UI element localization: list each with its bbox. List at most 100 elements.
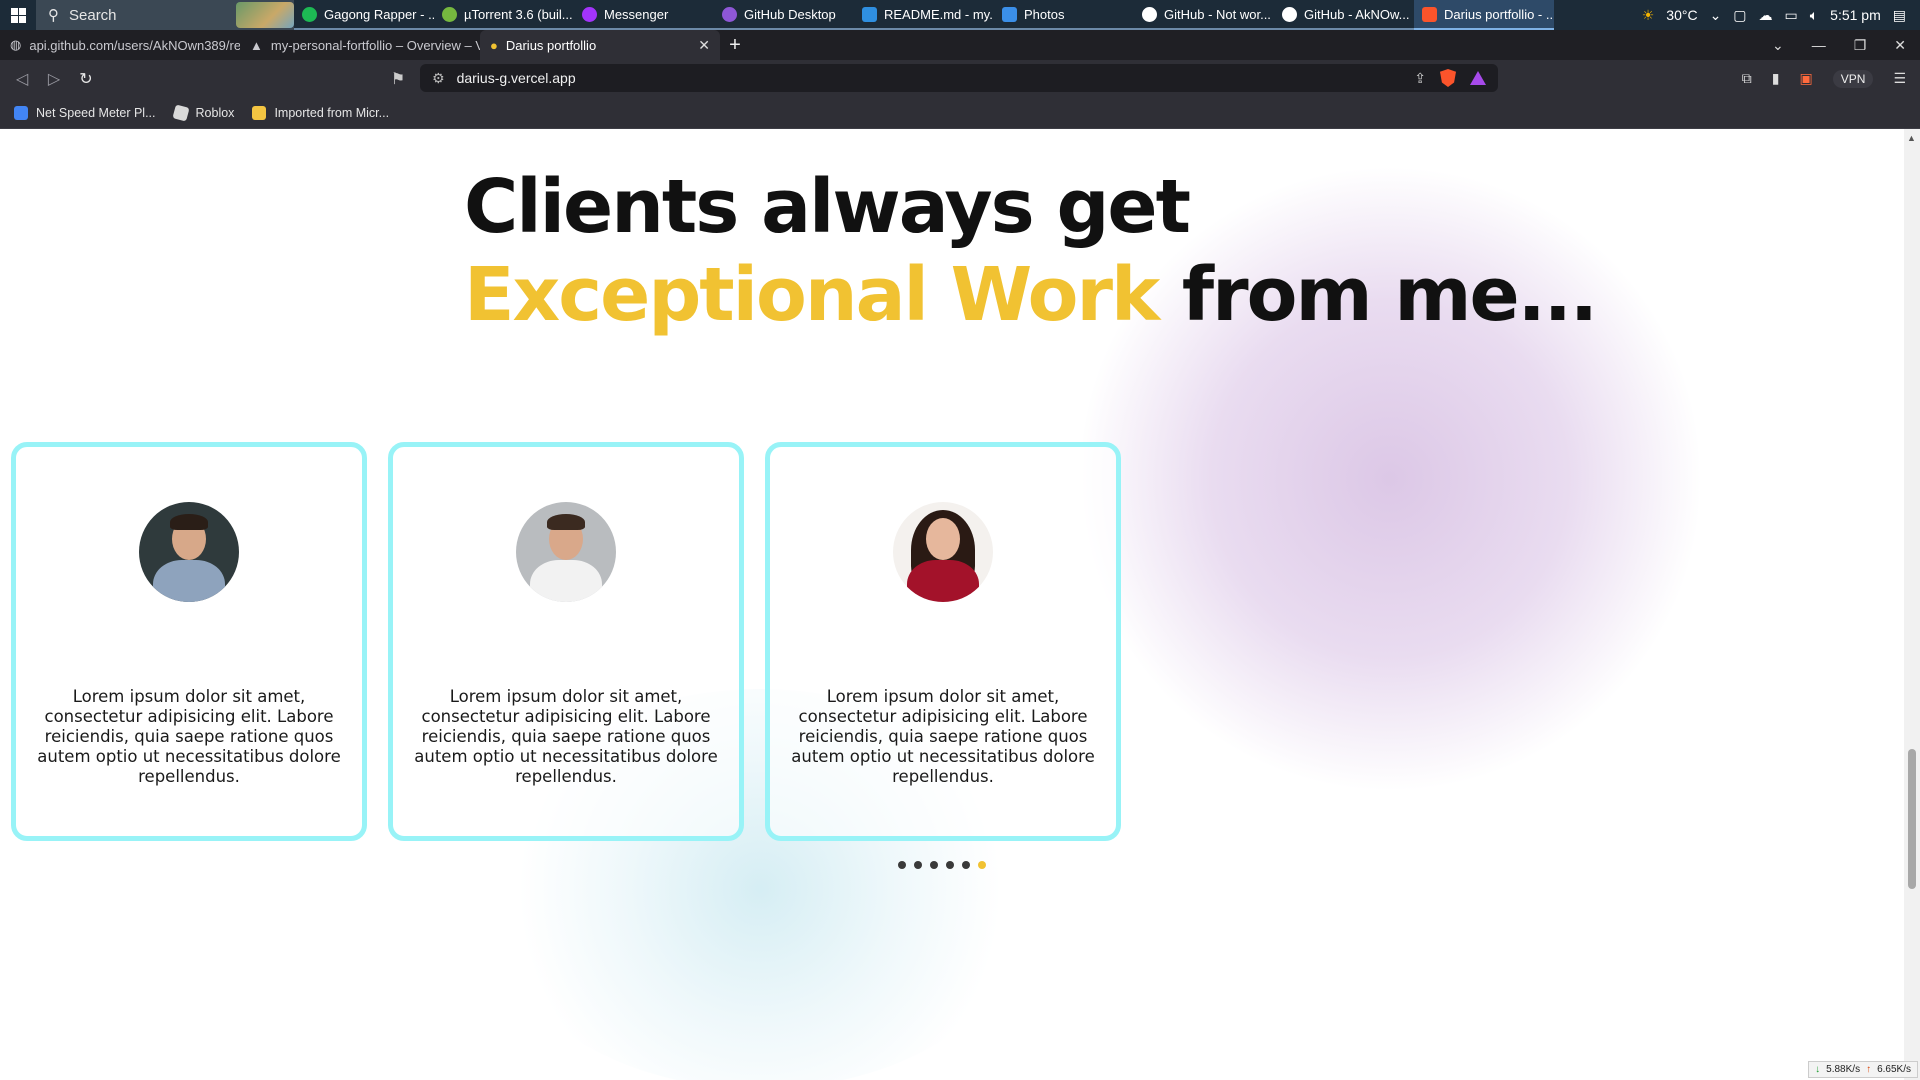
close-window-button[interactable]: ✕: [1894, 37, 1906, 54]
roblox-icon: [171, 103, 190, 122]
messenger-icon: [582, 6, 597, 22]
weather-icon[interactable]: ☀: [1642, 7, 1655, 24]
vpn-label: VPN: [1840, 71, 1866, 86]
network-icon[interactable]: ▭: [1785, 7, 1798, 24]
github-icon: [1142, 6, 1157, 22]
extensions-icon[interactable]: ⧉: [1742, 70, 1752, 87]
page-scrollbar[interactable]: ▲: [1904, 129, 1920, 1080]
camera-icon[interactable]: ▢: [1733, 7, 1746, 24]
volume-icon[interactable]: 🔈︎: [1810, 7, 1818, 24]
share-icon[interactable]: ⇪: [1414, 70, 1426, 87]
browser-toolbar: ◁ ▷ ↻ ⚑ ⚙ darius-g.vercel.app ⇪ ⧉ ▮ ▣ VP…: [0, 60, 1920, 97]
spotify-icon: [302, 6, 317, 22]
taskbar-item-label: Messenger: [604, 6, 669, 22]
tab-darius-portfolio[interactable]: ● Darius portfollio ✕: [480, 30, 720, 60]
bookmark-folder-imported[interactable]: Imported from Micr...: [252, 105, 389, 120]
maximize-button[interactable]: ❐: [1854, 37, 1867, 54]
taskbar-item-utorrent[interactable]: µTorrent 3.6 (buil...: [434, 0, 574, 30]
vercel-icon: ▲: [250, 37, 263, 53]
reload-button[interactable]: ↻: [70, 69, 102, 89]
upload-arrow-icon: ↑: [1866, 1064, 1872, 1075]
search-highlight-image: [236, 2, 294, 28]
taskbar-item-vscode[interactable]: README.md - my...: [854, 0, 994, 30]
taskbar-apps: Gagong Rapper - ... µTorrent 3.6 (buil..…: [294, 0, 1554, 30]
taskbar-item-label: GitHub - AkNOw...: [1304, 6, 1410, 22]
taskbar-item-label: Photos: [1024, 6, 1065, 22]
pagination-dot-active[interactable]: [978, 861, 986, 869]
testimonial-card: Lorem ipsum dolor sit amet, consectetur …: [765, 442, 1121, 841]
bookmark-net-speed-meter[interactable]: Net Speed Meter Pl...: [14, 105, 156, 120]
taskbar-item-github-not-working[interactable]: GitHub - Not wor...: [1134, 0, 1274, 30]
site-info-icon[interactable]: ⚙: [432, 70, 445, 87]
scrollbar-thumb[interactable]: [1908, 749, 1916, 889]
bookmark-icon[interactable]: ⚑: [382, 69, 414, 89]
utorrent-icon: [442, 6, 457, 22]
brave-shields-icon[interactable]: [1440, 69, 1456, 87]
folder-icon: [252, 105, 267, 120]
taskbar-item-label: GitHub Desktop: [744, 6, 836, 22]
bookmark-label: Net Speed Meter Pl...: [36, 105, 156, 120]
testimonial-text: Lorem ipsum dolor sit amet, consectetur …: [37, 687, 341, 786]
tab-label: my-personal-fortfollio – Overview – Ve: [270, 37, 480, 53]
tab-vercel-overview[interactable]: ▲ my-personal-fortfollio – Overview – Ve: [240, 30, 480, 60]
tab-label: Darius portfollio: [505, 37, 597, 53]
notification-icon[interactable]: ▤: [1893, 7, 1906, 24]
headline-rest: from me...: [1158, 252, 1598, 338]
taskbar-item-brave[interactable]: Darius portfollio - ...: [1414, 0, 1554, 30]
onedrive-icon[interactable]: ☁: [1759, 7, 1773, 24]
user-favicon: ●: [490, 37, 498, 53]
weather-temperature[interactable]: 30°C: [1666, 7, 1697, 23]
vscode-icon: [862, 6, 877, 22]
taskbar-item-spotify[interactable]: Gagong Rapper - ...: [294, 0, 434, 30]
clock[interactable]: 5:51 pm: [1830, 7, 1881, 23]
minimize-button[interactable]: —: [1812, 37, 1826, 54]
tab-list-icon[interactable]: ⌄: [1772, 37, 1784, 54]
photos-icon: [1002, 6, 1017, 22]
testimonials-headline: Clients always get Exceptional Work from…: [464, 163, 1598, 339]
download-arrow-icon: ↓: [1815, 1064, 1821, 1075]
toolbar-right: ⧉ ▮ ▣ VPN ☰: [1742, 69, 1906, 88]
new-tab-button[interactable]: +: [720, 34, 750, 57]
pagination-dot[interactable]: [946, 861, 954, 869]
pagination-dot[interactable]: [914, 861, 922, 869]
menu-icon[interactable]: ☰: [1893, 70, 1906, 87]
taskbar-item-label: README.md - my...: [884, 6, 994, 22]
pagination-dot[interactable]: [898, 861, 906, 869]
chevron-up-icon[interactable]: ⌄: [1710, 7, 1722, 24]
chrome-web-store-icon: [14, 105, 28, 120]
taskbar-item-messenger[interactable]: Messenger: [574, 0, 714, 30]
taskbar-item-photos[interactable]: Photos: [994, 0, 1134, 30]
windows-taskbar: ⚲ Search Gagong Rapper - ... µTorrent 3.…: [0, 0, 1920, 30]
taskbar-item-github-desktop[interactable]: GitHub Desktop: [714, 0, 854, 30]
taskbar-search-placeholder: Search: [69, 6, 117, 24]
vpn-button[interactable]: VPN: [1832, 69, 1874, 88]
brave-wallet-icon[interactable]: ▣: [1800, 70, 1813, 87]
testimonial-carousel: Lorem ipsum dolor sit amet, consectetur …: [11, 442, 1121, 841]
brave-icon: [1422, 6, 1437, 22]
taskbar-search[interactable]: ⚲ Search: [36, 0, 294, 30]
headline-line-1: Clients always get: [464, 164, 1191, 250]
browser-tab-strip: ◍ api.github.com/users/AkNOwn389/rep ▲ m…: [0, 30, 1920, 60]
testimonial-card: Lorem ipsum dolor sit amet, consectetur …: [11, 442, 367, 841]
upload-speed: 6.65K/s: [1877, 1064, 1911, 1075]
taskbar-item-github-aknow[interactable]: GitHub - AkNOw...: [1274, 0, 1414, 30]
search-icon: ⚲: [48, 7, 59, 24]
system-tray: ☀ 30°C ⌄ ▢ ☁ ▭ 🔈︎ 5:51 pm ▤: [1642, 7, 1920, 24]
forward-button[interactable]: ▷: [38, 69, 70, 89]
pagination-dot[interactable]: [930, 861, 938, 869]
sidebar-icon[interactable]: ▮: [1772, 70, 1780, 87]
windows-logo-icon: [10, 7, 26, 23]
page-viewport: Clients always get Exceptional Work from…: [0, 129, 1904, 1080]
testimonial-text: Lorem ipsum dolor sit amet, consectetur …: [414, 687, 718, 786]
close-tab-icon[interactable]: ✕: [698, 37, 710, 54]
start-button[interactable]: [0, 0, 36, 30]
bookmark-roblox[interactable]: Roblox: [171, 103, 234, 122]
brave-rewards-icon[interactable]: [1470, 71, 1486, 85]
address-bar[interactable]: ⚙ darius-g.vercel.app ⇪: [420, 64, 1498, 92]
scroll-up-arrow-icon[interactable]: ▲: [1907, 133, 1916, 143]
pagination-dot[interactable]: [962, 861, 970, 869]
tab-github-api[interactable]: ◍ api.github.com/users/AkNOwn389/rep: [0, 30, 240, 60]
back-button[interactable]: ◁: [6, 69, 38, 89]
carousel-pagination: [898, 861, 986, 869]
globe-icon: ◍: [10, 37, 22, 52]
